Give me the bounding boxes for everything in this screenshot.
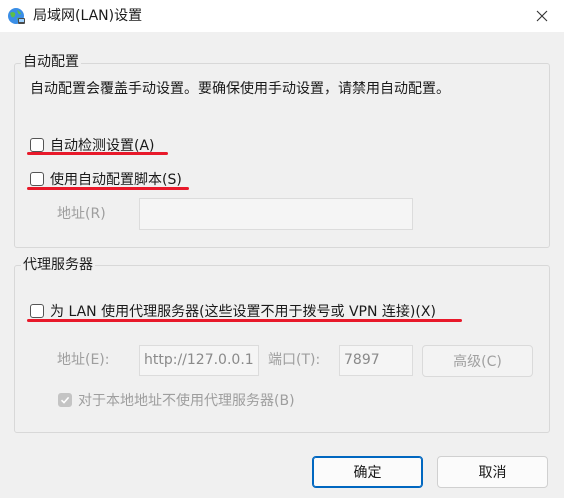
- annotation-underline-auto-detect: [27, 152, 168, 155]
- proxy-group-title: 代理服务器: [21, 256, 95, 274]
- proxy-address-input[interactable]: http://127.0.0.1: [139, 345, 259, 376]
- use-proxy-checkbox-box[interactable]: [30, 304, 44, 318]
- bypass-local-checkbox-box[interactable]: [58, 393, 72, 407]
- close-button[interactable]: [520, 0, 564, 32]
- proxy-port-label: 端口(T):: [268, 352, 321, 368]
- script-address-input[interactable]: [139, 198, 413, 230]
- use-script-checkbox-box[interactable]: [30, 172, 44, 186]
- auto-detect-checkbox-box[interactable]: [30, 138, 44, 152]
- annotation-underline-use-script: [27, 187, 189, 190]
- checkmark-icon: [60, 396, 70, 404]
- title-bar: 局域网(LAN)设置: [0, 0, 564, 32]
- use-script-checkbox[interactable]: 使用自动配置脚本(S): [30, 169, 182, 189]
- use-proxy-label: 为 LAN 使用代理服务器(这些设置不用于拨号或 VPN 连接)(X): [50, 304, 436, 320]
- ok-button[interactable]: 确定: [312, 456, 423, 488]
- proxy-port-input[interactable]: 7897: [339, 345, 413, 376]
- script-address-label: 地址(R): [57, 206, 106, 222]
- close-icon: [536, 10, 548, 22]
- globe-network-icon: [7, 7, 25, 25]
- use-proxy-checkbox[interactable]: 为 LAN 使用代理服务器(这些设置不用于拨号或 VPN 连接)(X): [30, 301, 436, 321]
- proxy-address-label: 地址(E):: [57, 352, 110, 368]
- annotation-underline-use-proxy: [27, 319, 462, 322]
- bypass-local-checkbox[interactable]: 对于本地地址不使用代理服务器(B): [58, 390, 295, 410]
- use-script-label: 使用自动配置脚本(S): [50, 172, 182, 188]
- advanced-button[interactable]: 高级(C): [422, 345, 533, 377]
- window-title: 局域网(LAN)设置: [33, 8, 143, 24]
- cancel-button[interactable]: 取消: [437, 456, 548, 488]
- bypass-local-label: 对于本地地址不使用代理服务器(B): [78, 393, 295, 409]
- auto-config-group-title: 自动配置: [21, 53, 81, 71]
- auto-config-description: 自动配置会覆盖手动设置。要确保使用手动设置，请禁用自动配置。: [30, 81, 450, 97]
